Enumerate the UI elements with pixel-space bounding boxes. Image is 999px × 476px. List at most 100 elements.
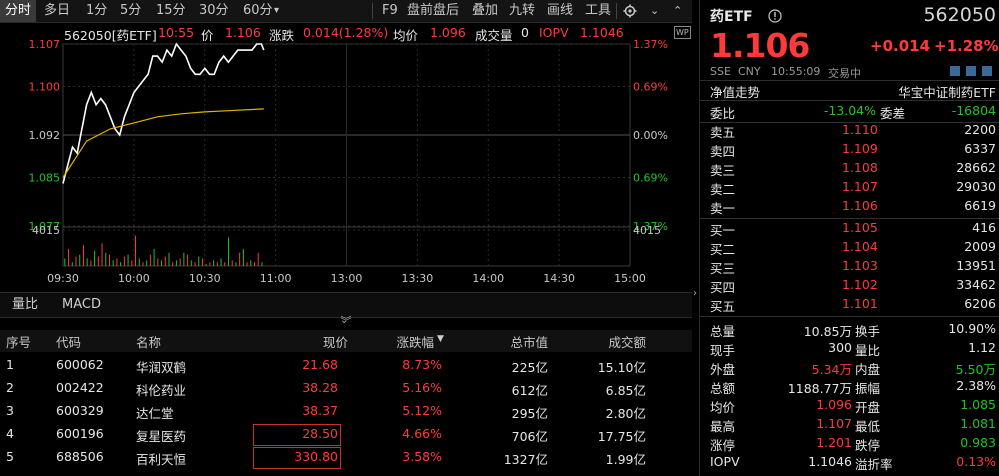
stat-label: 开盘 xyxy=(855,400,881,415)
col-header-name[interactable]: 名称 xyxy=(136,332,161,351)
col-header-turnover[interactable]: 成交额 xyxy=(596,332,646,351)
cell-change-pct: 5.12% xyxy=(402,403,442,418)
tracking-index[interactable]: 华宝中证制药ETF xyxy=(898,82,996,101)
expand-arrow-icon[interactable]: › xyxy=(693,288,697,299)
ask-level-row[interactable]: 卖二 1.107 29030 xyxy=(700,178,999,197)
bid-level-row[interactable]: 买三 1.103 13951 xyxy=(700,257,999,276)
nine-turn-button[interactable]: 九转 xyxy=(509,0,535,22)
stat-label: 最低 xyxy=(855,419,881,434)
level-price: 1.101 xyxy=(842,296,878,311)
tab-5min[interactable]: 5分 xyxy=(120,0,141,22)
level-price: 1.106 xyxy=(842,198,878,213)
x-tick-label: 13:30 xyxy=(402,272,434,285)
stat-value: 0.983 xyxy=(960,435,996,450)
price-line xyxy=(62,42,265,184)
level-price: 1.109 xyxy=(842,141,878,156)
overlay-button[interactable]: 叠加 xyxy=(472,0,498,22)
chevron-down-icon[interactable]: ▾ xyxy=(274,0,279,22)
y-pct-tick-label: 1.37% xyxy=(633,40,668,51)
f9-button[interactable]: F9 xyxy=(382,0,398,22)
tab-volume-ratio[interactable]: 量比 xyxy=(12,293,38,317)
etf-name: 药ETF xyxy=(710,9,753,25)
tab-intraday[interactable]: 分时 xyxy=(0,0,36,22)
col-header-code[interactable]: 代码 xyxy=(56,332,81,351)
gear-icon[interactable] xyxy=(623,4,637,18)
col-header-change-pct[interactable]: 涨跌幅 xyxy=(376,332,434,351)
pen-icon[interactable] xyxy=(966,66,976,76)
pen-icon[interactable] xyxy=(982,66,992,76)
level-label: 买四 xyxy=(710,280,736,295)
col-header-market-cap[interactable]: 总市值 xyxy=(500,332,548,351)
sort-desc-icon[interactable]: ▼ xyxy=(437,334,444,344)
tab-30min[interactable]: 30分 xyxy=(199,0,229,22)
ask-level-row[interactable]: 卖五 1.110 2200 xyxy=(700,121,999,140)
cell-index: 3 xyxy=(6,403,14,418)
cell-price: 330.80 xyxy=(294,449,338,464)
bid-level-row[interactable]: 买五 1.101 6206 xyxy=(700,295,999,314)
ask-level-row[interactable]: 卖一 1.106 6619 xyxy=(700,197,999,216)
y-tick-label: 1.100 xyxy=(29,80,61,93)
table-row[interactable]: 1 600062 华润双鹤 21.68 8.73% 225亿 15.10亿 xyxy=(0,354,692,376)
tools-button[interactable]: 工具 xyxy=(585,0,611,22)
ask-level-row[interactable]: 卖四 1.109 6337 xyxy=(700,140,999,159)
cell-market-cap: 295亿 xyxy=(511,406,548,421)
table-row[interactable]: 3 600329 达仁堂 38.37 5.12% 295亿 2.80亿 xyxy=(0,400,692,422)
bid-level-row[interactable]: 买一 1.105 416 xyxy=(700,219,999,238)
table-row[interactable]: 2 002422 科伦药业 38.28 5.16% 612亿 6.85亿 xyxy=(0,377,692,399)
col-header-index[interactable]: 序号 xyxy=(6,332,31,351)
cell-code: 002422 xyxy=(56,380,104,395)
cell-name: 达仁堂 xyxy=(136,406,174,421)
quote-info-line: 562050[药ETF] 10:55 价 1.106 涨跌 0.014(1.28… xyxy=(0,22,692,43)
table-row[interactable]: 5 688506 百利天恒 330.80 3.58% 1327亿 1.99亿 xyxy=(0,446,692,469)
chevron-down-icon[interactable]: ⌄ xyxy=(650,0,659,22)
tab-multi-day[interactable]: 多日 xyxy=(44,0,70,22)
stat-value: 2.38% xyxy=(956,378,996,393)
wp-badge[interactable]: WP xyxy=(674,26,691,39)
level-label: 卖三 xyxy=(710,163,736,178)
stat-label: IOPV xyxy=(710,454,740,469)
bid-level-row[interactable]: 买四 1.102 33462 xyxy=(700,276,999,295)
x-tick-label: 11:00 xyxy=(260,272,292,285)
draw-line-button[interactable]: 画线 xyxy=(547,0,573,22)
info-icon[interactable] xyxy=(768,9,782,23)
col-header-price[interactable]: 现价 xyxy=(300,332,348,351)
tab-macd[interactable]: MACD xyxy=(62,293,101,317)
level-volume: 6619 xyxy=(964,198,996,213)
cell-change-pct: 5.16% xyxy=(402,380,442,395)
stat-label: 量比 xyxy=(855,343,881,358)
stat-row: 总额 1188.77万 振幅 2.38% xyxy=(700,377,999,396)
level-volume: 29030 xyxy=(956,179,996,194)
pen-icon[interactable] xyxy=(950,66,960,76)
price-lines xyxy=(62,42,265,184)
cell-change-pct: 4.66% xyxy=(402,426,442,441)
premarket-button[interactable]: 盘前盘后 xyxy=(407,0,459,22)
tab-1min[interactable]: 1分 xyxy=(86,0,107,22)
stat-value: 1.096 xyxy=(816,397,852,412)
change-pct: +1.28% xyxy=(934,37,999,55)
level-price: 1.107 xyxy=(842,179,878,194)
tab-60min[interactable]: 60分 xyxy=(243,0,273,22)
cell-price: 38.37 xyxy=(302,403,338,418)
stat-value: 0.13% xyxy=(956,454,996,469)
constituent-table: 序号 代码 名称 现价 涨跌幅 ▼ 总市值 成交额 1 600062 华润双鹤 21.… xyxy=(0,318,692,476)
cell-market-cap: 225亿 xyxy=(511,360,548,375)
level-label: 买二 xyxy=(710,242,736,257)
cell-price: 21.68 xyxy=(302,357,338,372)
table-row[interactable]: 4 600196 复星医药 28.50 4.66% 706亿 17.75亿 xyxy=(0,423,692,446)
level-volume: 13951 xyxy=(956,258,996,273)
bid-level-row[interactable]: 买二 1.104 2009 xyxy=(700,238,999,257)
currency: CNY xyxy=(738,65,761,78)
stat-label: 跌停 xyxy=(855,438,881,453)
nav-trend-link[interactable]: 净值走势 xyxy=(710,82,760,101)
level-label: 买五 xyxy=(710,299,736,314)
chevron-up-icon[interactable]: ⌃ xyxy=(673,0,682,22)
intraday-chart[interactable]: 1.1071.1001.0921.0851.0771.37%0.69%0.00%… xyxy=(0,40,692,288)
volume-tick-label: 4015 xyxy=(633,224,661,237)
stat-label: 最高 xyxy=(710,419,736,434)
cell-turnover: 6.85亿 xyxy=(605,383,646,398)
stat-label: 振幅 xyxy=(855,381,881,396)
cell-name: 百利天恒 xyxy=(136,452,187,467)
tab-15min[interactable]: 15分 xyxy=(156,0,186,22)
ask-level-row[interactable]: 卖三 1.108 28662 xyxy=(700,159,999,178)
change-abs: +0.014 xyxy=(870,37,931,55)
